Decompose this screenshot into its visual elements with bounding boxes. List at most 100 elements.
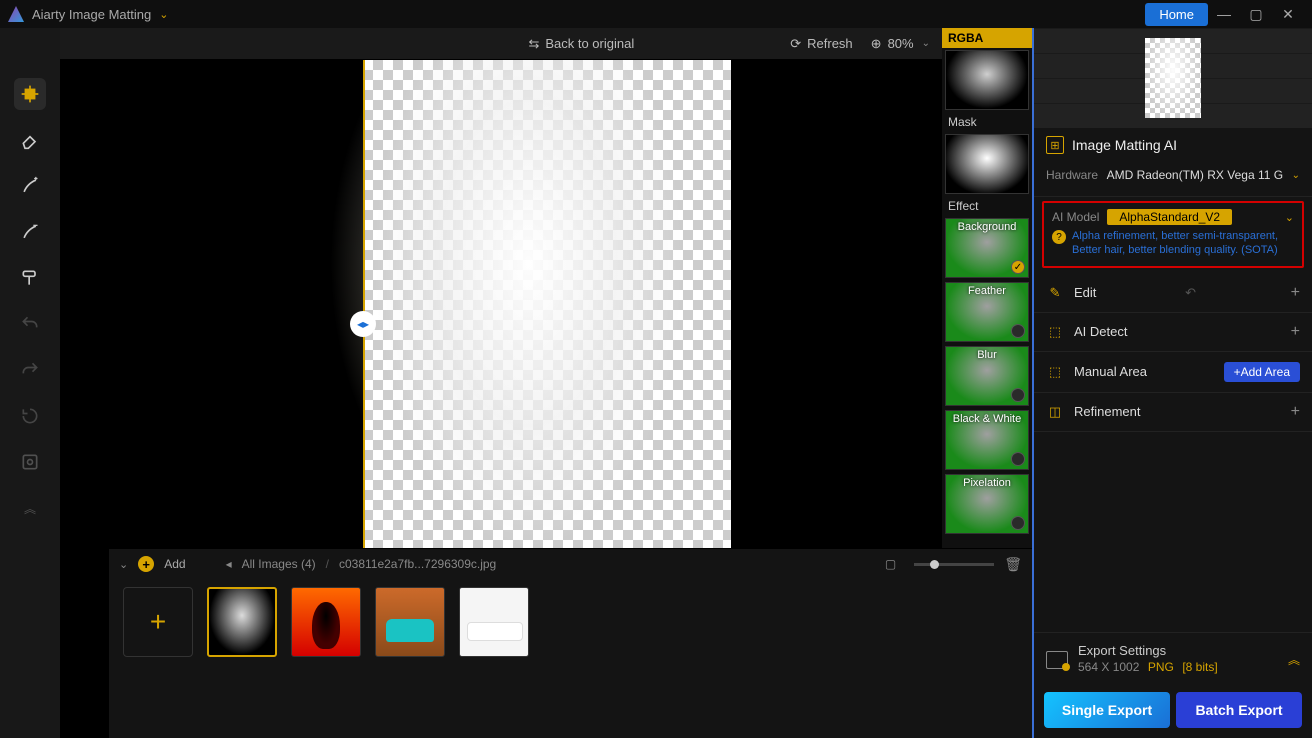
add-label[interactable]: Add — [164, 557, 185, 571]
matting-ai-icon: ⊞ — [1046, 136, 1064, 154]
effect-black-white[interactable]: Black & White — [945, 410, 1029, 470]
thumbnail-1[interactable] — [207, 587, 277, 657]
zoom-icon: ⊕ — [871, 36, 882, 52]
chevron-down-icon[interactable]: ⌄ — [1285, 211, 1294, 224]
back-to-original-button[interactable]: ⇆ Back to original — [528, 36, 634, 52]
zoom-control[interactable]: ⊕ 80% ⌄ — [871, 36, 930, 52]
edit-icon: ✎ — [1046, 284, 1064, 302]
canvas-toolbar: ⇆ Back to original ⟳ Refresh ⊕ 80% ⌄ — [60, 28, 942, 60]
effect-blur[interactable]: Blur — [945, 346, 1029, 406]
app-logo-icon — [8, 6, 24, 22]
matted-image — [363, 60, 731, 568]
zoom-value: 80% — [888, 36, 914, 51]
gallery-thumbnails: + — [109, 579, 1032, 738]
plus-icon[interactable]: + — [1291, 403, 1300, 421]
thumbnail-4[interactable] — [459, 587, 529, 657]
mask-thumbnail[interactable] — [945, 134, 1029, 194]
tool-sidebar: ︽ — [0, 28, 60, 738]
rgba-thumbnail[interactable] — [945, 50, 1029, 110]
check-icon — [1011, 516, 1025, 530]
chevron-up-icon[interactable]: ︽ — [1288, 651, 1300, 668]
brush-plus-icon — [20, 176, 40, 196]
collapse-gallery-icon[interactable]: ⌄ — [119, 558, 128, 571]
chevron-down-icon[interactable]: ⌄ — [1292, 170, 1300, 181]
refresh-icon: ⟳ — [790, 36, 801, 52]
add-area-button[interactable]: +Add Area — [1224, 362, 1300, 382]
add-image-icon[interactable]: + — [138, 556, 154, 572]
comparison-handle[interactable]: ◂▸ — [350, 311, 376, 337]
export-title: Export Settings — [1078, 643, 1218, 658]
eraser-icon — [20, 130, 40, 150]
batch-export-button[interactable]: Batch Export — [1176, 692, 1302, 728]
check-icon — [1011, 324, 1025, 338]
check-icon — [1011, 452, 1025, 466]
brush-add-tool[interactable] — [14, 170, 46, 202]
move-tool[interactable] — [14, 78, 46, 110]
minimize-button[interactable]: — — [1208, 0, 1240, 28]
effect-feather[interactable]: Feather — [945, 282, 1029, 342]
mini-preview — [1034, 28, 1312, 128]
breadcrumb-file: c03811e2a7fb...7296309c.jpg — [339, 557, 496, 571]
paint-tool[interactable] — [14, 262, 46, 294]
back-arrow-icon[interactable]: ◂ — [226, 557, 232, 571]
thumbnail-2[interactable] — [291, 587, 361, 657]
tab-mask[interactable]: Mask — [942, 112, 1032, 132]
comparison-canvas[interactable]: ◂▸ — [271, 60, 731, 568]
compare-tool[interactable] — [14, 446, 46, 478]
hardware-label: Hardware — [1046, 168, 1098, 182]
model-description: Alpha refinement, better semi-transparen… — [1072, 229, 1278, 258]
ai-model-box: AI Model AlphaStandard_V2 ⌄ ? Alpha refi… — [1042, 201, 1304, 268]
swap-icon: ⇆ — [528, 36, 539, 52]
plus-icon[interactable]: + — [1291, 284, 1300, 302]
edit-section[interactable]: ✎ Edit ↶ + — [1034, 274, 1312, 313]
close-button[interactable]: ✕ — [1272, 0, 1304, 28]
home-button[interactable]: Home — [1145, 3, 1208, 26]
tab-rgba[interactable]: RGBA — [942, 28, 1032, 48]
reset-icon — [20, 406, 40, 426]
undo-tool[interactable] — [14, 308, 46, 340]
eraser-tool[interactable] — [14, 124, 46, 156]
thumbnail-size-slider[interactable] — [914, 563, 994, 566]
refinement-section[interactable]: ◫ Refinement + — [1034, 393, 1312, 432]
export-settings[interactable]: Export Settings 564 X 1002 PNG [8 bits] … — [1034, 632, 1312, 686]
tab-effect: Effect — [942, 196, 1032, 216]
check-icon: ✓ — [1011, 260, 1025, 274]
delete-icon[interactable]: 🗑 — [1004, 556, 1022, 573]
export-bits: [8 bits] — [1182, 660, 1217, 674]
manual-area-section[interactable]: ⬚ Manual Area +Add Area — [1034, 352, 1312, 393]
manual-icon: ⬚ — [1046, 363, 1064, 381]
check-icon — [1011, 388, 1025, 402]
collapse-tools[interactable]: ︽ — [14, 492, 46, 524]
hardware-value: AMD Radeon(TM) RX Vega 11 G — [1107, 168, 1284, 182]
ai-model-label: AI Model — [1052, 210, 1099, 224]
right-panel: ⊞ Image Matting AI Hardware AMD Radeon(T… — [1032, 28, 1312, 738]
ai-detect-section[interactable]: ⬚ AI Detect + — [1034, 313, 1312, 352]
paint-roller-icon — [20, 268, 40, 288]
thumbnail-3[interactable] — [375, 587, 445, 657]
titlebar: Aiarty Image Matting ⌄ Home — ▢ ✕ — [0, 0, 1312, 28]
refresh-button[interactable]: ⟳ Refresh — [790, 36, 852, 52]
title-dropdown-icon[interactable]: ⌄ — [159, 8, 168, 21]
single-export-button[interactable]: Single Export — [1044, 692, 1170, 728]
reset-tool[interactable] — [14, 400, 46, 432]
mini-preview-image — [1145, 38, 1201, 118]
refinement-icon: ◫ — [1046, 403, 1064, 421]
ai-model-dropdown[interactable]: AlphaStandard_V2 — [1107, 209, 1232, 225]
move-icon — [20, 84, 40, 104]
redo-tool[interactable] — [14, 354, 46, 386]
undo-icon[interactable]: ↶ — [1185, 285, 1196, 301]
thumbnail-size-icon: ▢ — [885, 557, 896, 571]
export-icon — [1046, 651, 1068, 669]
plus-icon[interactable]: + — [1291, 323, 1300, 341]
effect-pixelation[interactable]: Pixelation — [945, 474, 1029, 534]
effect-background[interactable]: Background ✓ — [945, 218, 1029, 278]
add-tile[interactable]: + — [123, 587, 193, 657]
breadcrumb-all[interactable]: All Images (4) — [242, 557, 316, 571]
help-icon[interactable]: ? — [1052, 230, 1066, 244]
chevron-down-icon: ⌄ — [922, 38, 930, 49]
export-format: PNG — [1148, 660, 1174, 674]
brush-remove-tool[interactable] — [14, 216, 46, 248]
detect-icon: ⬚ — [1046, 323, 1064, 341]
redo-icon — [20, 360, 40, 380]
maximize-button[interactable]: ▢ — [1240, 0, 1272, 28]
